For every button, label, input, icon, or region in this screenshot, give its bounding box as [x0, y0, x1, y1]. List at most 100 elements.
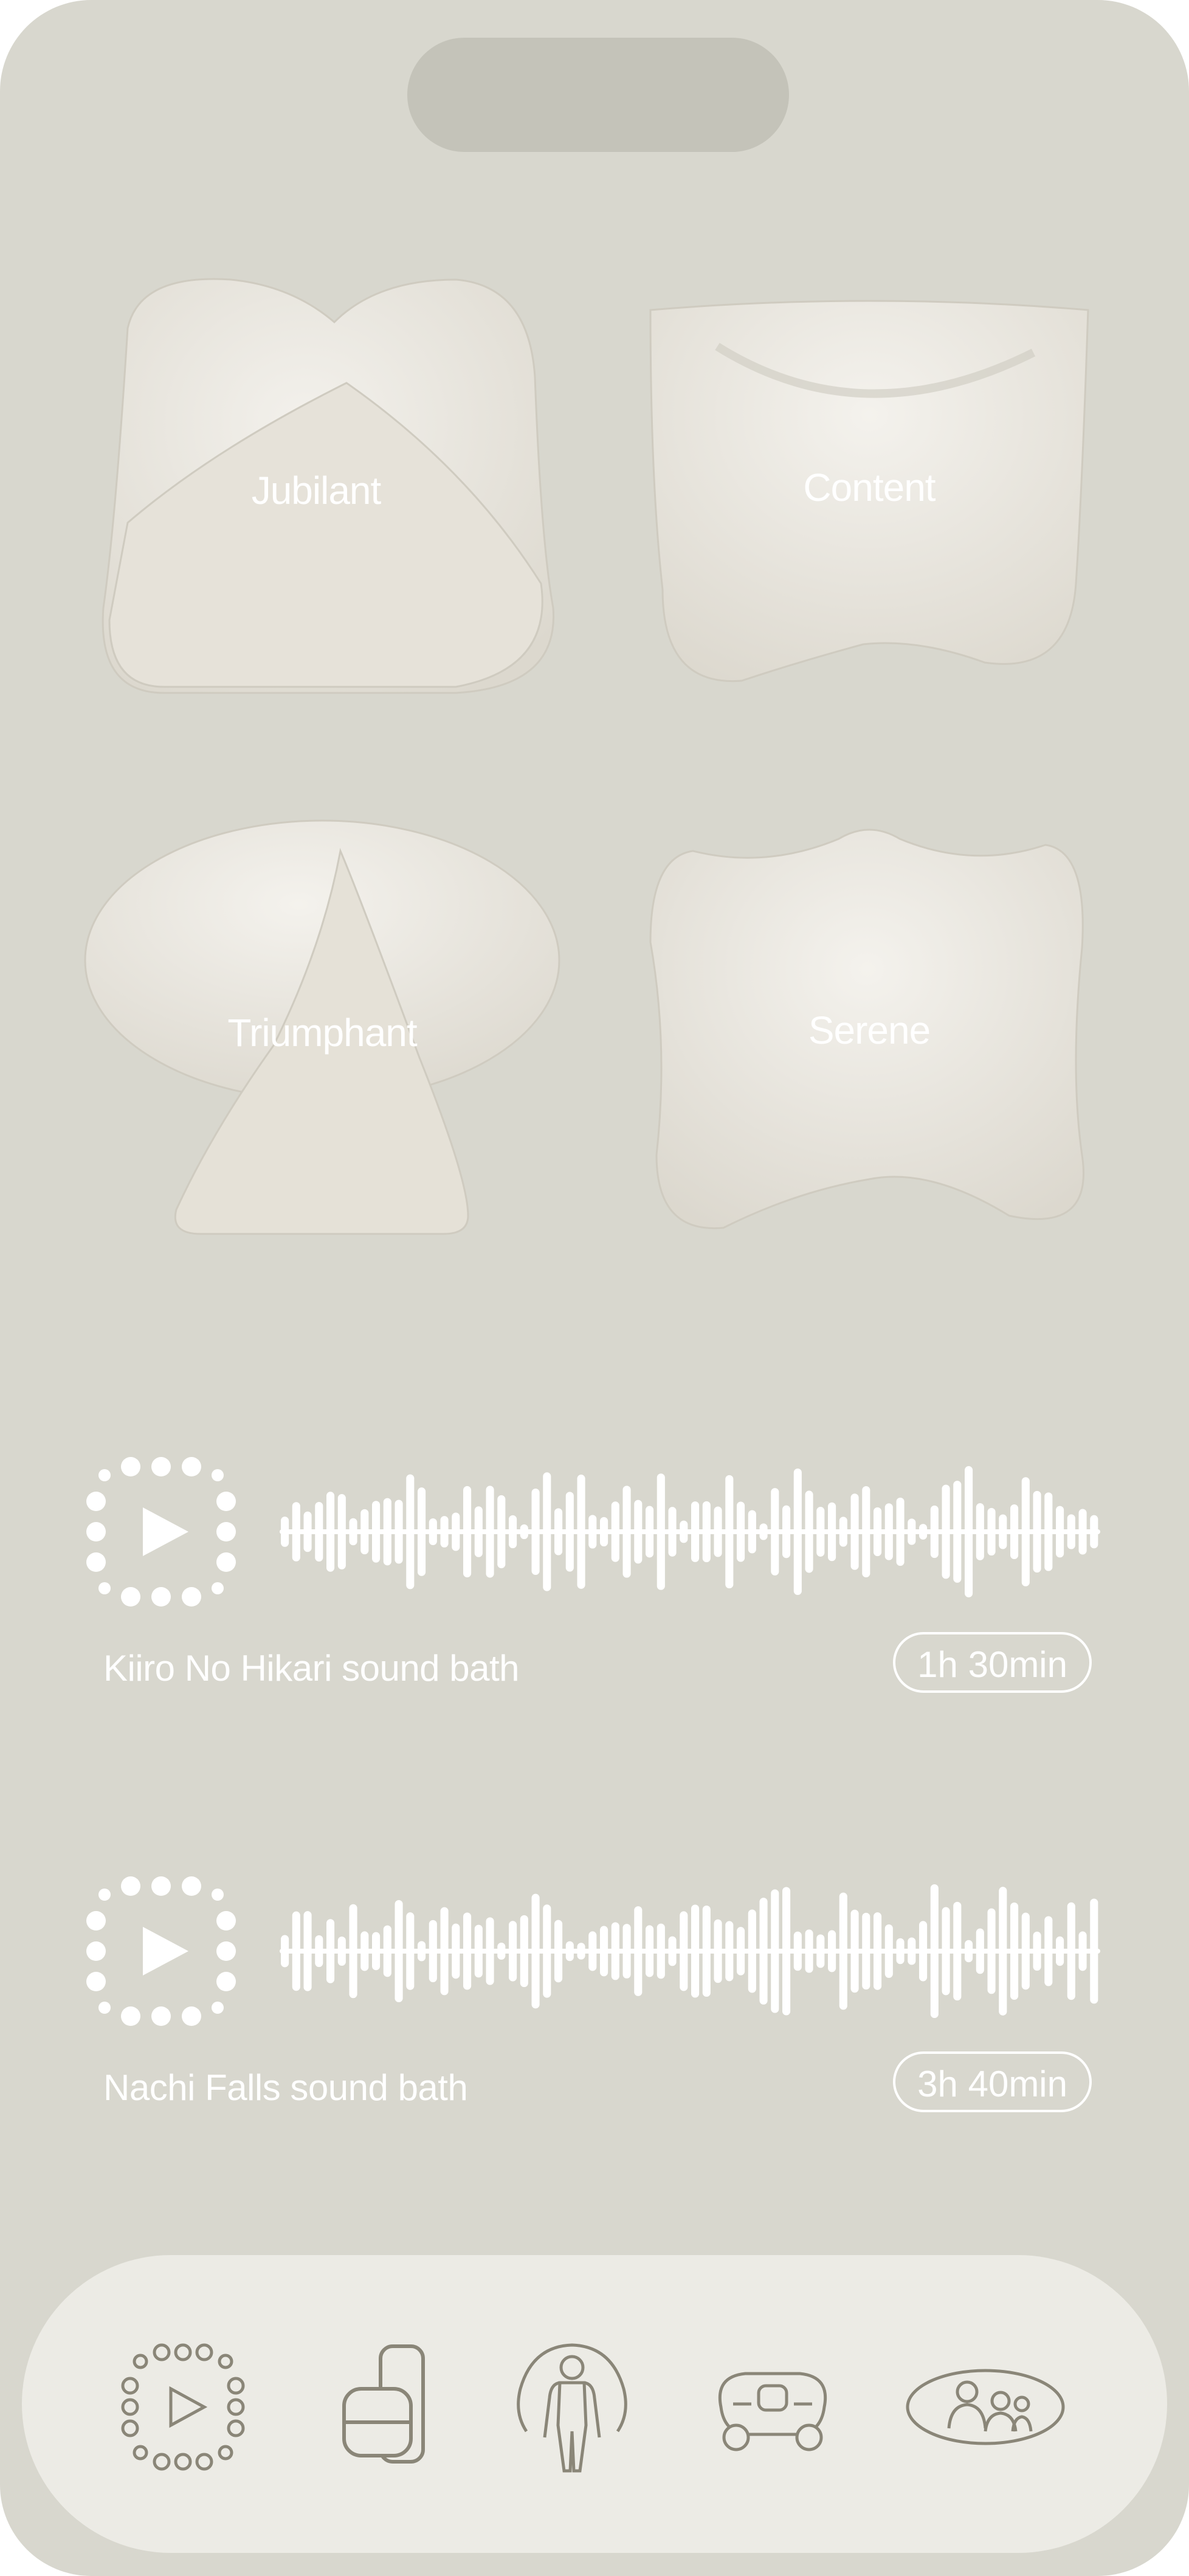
waveform-bar — [1010, 1902, 1019, 2000]
waveform-bar — [372, 1932, 381, 1971]
waveform-bar — [748, 1510, 756, 1554]
dynamic-island — [407, 38, 789, 152]
waveform-bar — [497, 1942, 506, 1960]
mood-label: Jubilant — [251, 469, 382, 512]
mood-label: Serene — [808, 1008, 931, 1052]
waveform-bar — [497, 1495, 506, 1569]
waveform-bar — [611, 1922, 619, 1980]
waveform-bar — [999, 1514, 1007, 1549]
waveform-bar — [987, 1908, 996, 1994]
waveform-bar — [1044, 1492, 1053, 1571]
waveform-bar — [976, 1503, 984, 1560]
waveform-bar — [349, 1904, 357, 1999]
waveform-bar — [1067, 1902, 1075, 2000]
waveform-bar — [874, 1507, 882, 1557]
waveform-bar — [657, 1473, 665, 1590]
phone-screen: Jubilant Content Triumphant Serene Kiiro… — [0, 0, 1189, 2576]
nav-item-people[interactable] — [903, 2340, 1067, 2474]
track-title: Kiiro No Hikari sound bath — [103, 1648, 520, 1689]
waveform-bar — [976, 1928, 984, 1974]
waveform-bar — [1056, 1936, 1064, 1966]
waveform-bar — [474, 1924, 483, 1978]
waveform-bar — [463, 1486, 472, 1578]
waveform-bar — [531, 1488, 540, 1576]
waveform-bar — [646, 1925, 654, 1977]
mood-serene[interactable]: Serene — [644, 814, 1094, 1234]
waveform-bar — [953, 1481, 962, 1583]
waveform-bar — [452, 1923, 460, 1979]
play-button[interactable] — [85, 1456, 237, 1608]
nav-item-objects[interactable] — [320, 2340, 447, 2474]
waveform-bar — [908, 1518, 916, 1545]
waveform-bar — [520, 1915, 528, 1988]
mood-content[interactable]: Content — [644, 298, 1094, 687]
play-dots-icon — [86, 1457, 236, 1607]
waveform-bar — [531, 1893, 540, 2009]
waveform-bar — [691, 1501, 700, 1562]
body-icon — [517, 2343, 627, 2473]
waveform-bar — [1090, 1515, 1098, 1549]
waveform-bar — [395, 1500, 403, 1564]
waveform-bar — [884, 1503, 893, 1560]
waveform-bar — [680, 1520, 688, 1543]
waveform-bar — [383, 1498, 391, 1566]
waveform-bar — [714, 1919, 722, 1983]
waveform-bar — [418, 1487, 426, 1576]
waveform-bar — [725, 1475, 734, 1589]
play-button[interactable] — [85, 1875, 237, 2027]
waveform-bar — [337, 1494, 346, 1569]
waveform-bar — [919, 1524, 928, 1540]
waveform-bar — [874, 1912, 882, 1990]
waveform-bar — [577, 1475, 585, 1589]
waveform-bar — [611, 1501, 619, 1562]
waveform-bar — [1078, 1931, 1087, 1971]
waveform-bar — [668, 1936, 677, 1966]
waveform-bar — [303, 1911, 312, 1991]
waveform-bar — [646, 1506, 654, 1558]
nav-item-car[interactable] — [709, 2340, 836, 2474]
waveform-bar — [999, 1887, 1007, 2016]
waveform-bar — [429, 1518, 437, 1546]
waveform-bar — [930, 1884, 939, 2019]
nav-item-body[interactable] — [508, 2340, 636, 2474]
mood-triumphant[interactable]: Triumphant — [79, 814, 565, 1235]
waveform-bar — [759, 1898, 768, 2005]
mood-jubilant[interactable]: Jubilant — [91, 267, 565, 705]
waveform-bar — [303, 1511, 312, 1552]
waveform-bar — [1056, 1506, 1064, 1558]
waveform-bar — [987, 1507, 996, 1556]
waveform-bar — [337, 1936, 346, 1966]
track-row[interactable]: Nachi Falls sound bath 3h 40min — [85, 1875, 1106, 2130]
waveform-bar — [839, 1517, 847, 1547]
objects-icon — [342, 2344, 425, 2464]
waveform-bar — [360, 1931, 369, 1971]
waveform-bar — [292, 1911, 300, 1991]
waveform-bar — [884, 1924, 893, 1978]
waveform-bar — [418, 1941, 426, 1961]
waveform-bar — [691, 1904, 700, 1998]
play-dots-icon — [121, 2343, 245, 2471]
waveform-bar — [1010, 1504, 1019, 1560]
bottom-nav — [22, 2255, 1167, 2553]
waveform-bar — [509, 1921, 517, 1982]
nav-item-play[interactable] — [119, 2340, 247, 2474]
waveform-bar — [634, 1906, 643, 1996]
waveform-bar — [828, 1930, 836, 1972]
waveform-bar — [737, 1501, 745, 1562]
waveform-bar — [383, 1925, 391, 1977]
waveform-bar — [793, 1931, 802, 1971]
waveform-bar — [759, 1523, 768, 1540]
waveform-bar — [896, 1938, 905, 1965]
waveform-bar — [440, 1907, 449, 1996]
mood-label: Triumphant — [227, 1011, 417, 1055]
waveform-bar — [543, 1472, 551, 1591]
mood-label: Content — [803, 466, 936, 509]
waveform-bar — [919, 1921, 928, 1982]
waveform-bar — [771, 1889, 779, 2013]
waveform-bar — [816, 1507, 825, 1557]
waveform-bar — [862, 1912, 870, 1990]
waveform-bar — [1044, 1916, 1053, 1986]
track-row[interactable]: Kiiro No Hikari sound bath 1h 30min — [85, 1456, 1106, 1711]
waveform-bar — [1033, 1931, 1041, 1971]
waveform-bar — [543, 1904, 551, 1998]
